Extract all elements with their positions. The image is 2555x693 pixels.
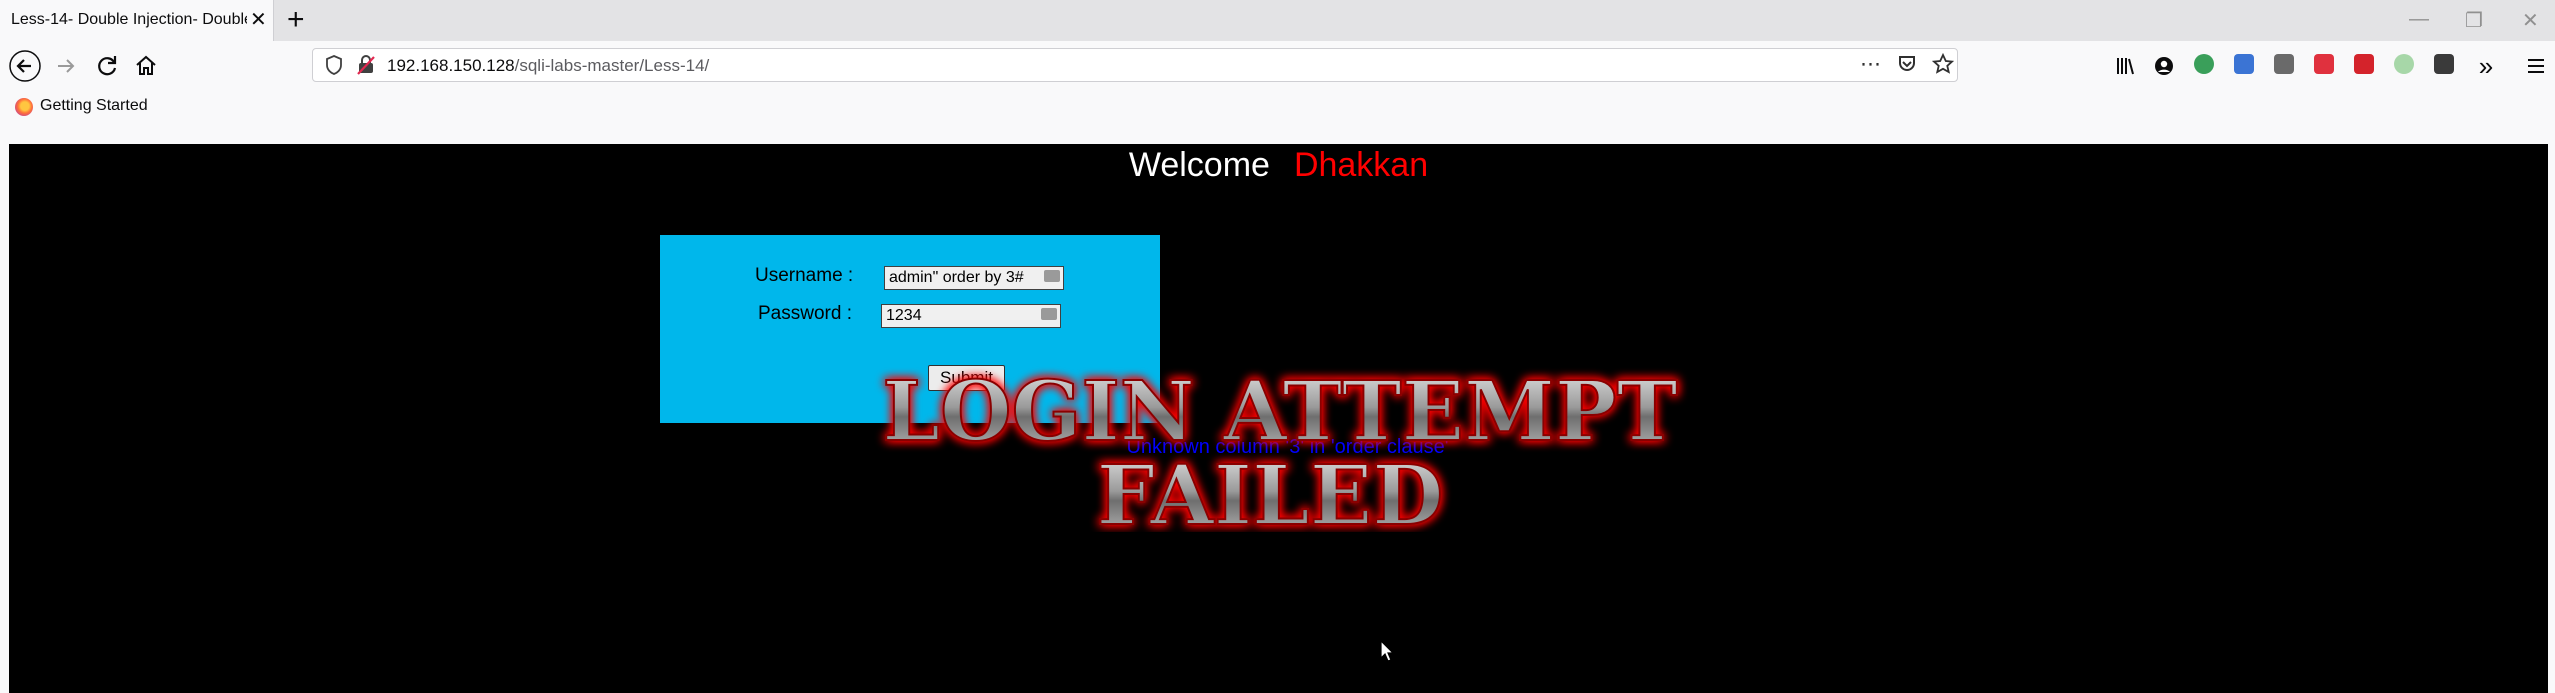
pocket-icon[interactable] (1897, 54, 1917, 80)
navigation-toolbar: 192.168.150.128/sqli-labs-master/Less-14… (0, 41, 2555, 90)
close-window-button[interactable]: ✕ (2522, 8, 2539, 33)
forward-arrow-icon (58, 59, 75, 73)
reload-button[interactable] (91, 50, 123, 82)
tracking-shield-icon[interactable] (325, 55, 343, 80)
extension-reader-icon[interactable] (2274, 54, 2294, 74)
active-tab[interactable]: Less-14- Double Injection- Double Quotes… (0, 0, 274, 41)
library-icon[interactable] (2110, 50, 2142, 82)
minimize-window-button[interactable]: — (2409, 8, 2429, 31)
restore-window-button[interactable]: ❐ (2465, 8, 2483, 33)
password-manager-icon[interactable] (1041, 308, 1057, 320)
failed-line-1: LOGIN ATTEMPT (882, 364, 1677, 460)
extension-translate-icon[interactable] (2234, 54, 2254, 74)
password-label: Password : (758, 303, 852, 324)
reload-icon (98, 56, 117, 76)
login-failed-banner: LOGIN ATTEMPT FAILED (870, 362, 1690, 532)
back-arrow-icon (9, 50, 41, 82)
welcome-text: Welcome (1128, 146, 1270, 184)
home-icon (136, 55, 156, 75)
page-actions-icon[interactable]: ⋯ (1860, 52, 1881, 77)
bookmarks-toolbar: Getting Started (0, 90, 2555, 122)
bookmark-star-icon[interactable] (1931, 52, 1955, 81)
new-tab-button[interactable]: + (287, 5, 305, 35)
forward-button[interactable] (50, 50, 82, 82)
username-label: Username : (755, 265, 854, 286)
extension-circle-icon[interactable] (2394, 54, 2414, 74)
url-path: /sqli-labs-master/Less-14/ (514, 56, 710, 75)
address-bar[interactable]: 192.168.150.128/sqli-labs-master/Less-14… (312, 48, 1958, 82)
password-value: 1234 (886, 307, 922, 324)
mouse-cursor-icon (1380, 640, 1394, 662)
overflow-chevron-icon[interactable]: » (2470, 50, 2502, 82)
extension-pocket-icon[interactable] (2314, 54, 2334, 74)
tab-close-icon[interactable]: ✕ (250, 10, 267, 30)
extension-pdf-icon[interactable] (2354, 54, 2374, 74)
welcome-heading: Welcome Dhakkan (9, 146, 2548, 185)
url-text[interactable]: 192.168.150.128/sqli-labs-master/Less-14… (387, 56, 709, 76)
account-icon[interactable] (2148, 50, 2180, 82)
back-button[interactable] (9, 50, 41, 82)
tab-strip: Less-14- Double Injection- Double Quotes… (0, 0, 2555, 41)
hamburger-menu-icon[interactable] (2520, 50, 2552, 82)
tab-title: Less-14- Double Injection- Double Quotes… (11, 11, 247, 28)
failed-line-2: FAILED (1097, 448, 1444, 532)
password-manager-icon[interactable] (1044, 270, 1060, 282)
username-input[interactable]: admin" order by 3# (884, 266, 1064, 290)
firefox-icon (15, 98, 33, 116)
extension-green-icon[interactable] (2194, 54, 2214, 74)
insecure-lock-icon[interactable] (357, 55, 375, 80)
bookmark-getting-started[interactable]: Getting Started (40, 97, 148, 115)
home-button[interactable] (130, 50, 162, 82)
url-host: 192.168.150.128 (387, 56, 515, 75)
password-input[interactable]: 1234 (881, 304, 1061, 328)
extension-dots-icon[interactable] (2434, 54, 2454, 74)
username-value: admin" order by 3# (889, 269, 1024, 286)
welcome-name: Dhakkan (1293, 146, 1429, 184)
